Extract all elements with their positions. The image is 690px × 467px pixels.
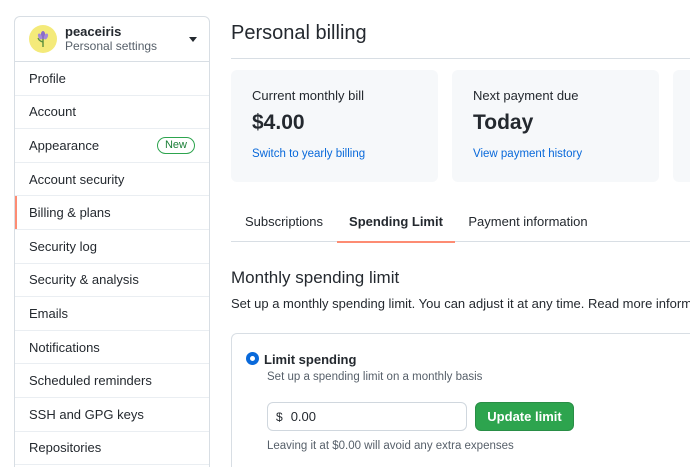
spending-limit-panel: Limit spending Set up a spending limit o… — [231, 333, 690, 467]
limit-spending-radio[interactable] — [246, 352, 259, 365]
account-username: peaceiris — [65, 24, 122, 39]
card-label: Next payment due — [473, 88, 579, 103]
billing-tabs: Subscriptions Spending Limit Payment inf… — [231, 200, 690, 243]
sidebar-item-notifications[interactable]: Notifications — [15, 331, 209, 365]
card-value: Today — [473, 111, 534, 134]
account-text: peaceiris Personal settings — [65, 24, 183, 54]
amount-input[interactable] — [290, 409, 451, 424]
update-limit-button[interactable]: Update limit — [475, 402, 574, 431]
currency-symbol: $ — [276, 409, 283, 424]
sidebar-item-label: Appearance — [29, 137, 100, 153]
sidebar-item-label: Profile — [29, 70, 66, 86]
switch-yearly-billing-link[interactable]: Switch to yearly billing — [252, 148, 417, 160]
flower-icon — [37, 31, 49, 47]
sidebar-item-security-log[interactable]: Security log — [15, 230, 209, 264]
sidebar-item-account[interactable]: Account — [15, 96, 209, 130]
section-title: Monthly spending limit — [231, 268, 400, 287]
section-description: Set up a monthly spending limit. You can… — [231, 296, 690, 311]
avatar — [29, 25, 57, 53]
tab-subscriptions[interactable]: Subscriptions — [231, 200, 337, 242]
sidebar-item-account-security[interactable]: Account security — [15, 163, 209, 197]
next-payment-card: Next payment due Today View payment hist… — [452, 70, 659, 182]
tab-spending-limit[interactable]: Spending Limit — [337, 200, 455, 243]
account-switcher[interactable]: peaceiris Personal settings — [15, 17, 209, 62]
sidebar-item-repositories[interactable]: Repositories — [15, 432, 209, 466]
account-subtitle: Personal settings — [65, 39, 158, 53]
sidebar-item-security-analysis[interactable]: Security & analysis — [15, 264, 209, 298]
sidebar-item-profile[interactable]: Profile — [15, 62, 209, 96]
sidebar-item-ssh-gpg-keys[interactable]: SSH and GPG keys — [15, 398, 209, 432]
chevron-down-icon — [189, 36, 197, 42]
sidebar-item-label: Security & analysis — [29, 272, 139, 288]
sidebar-item-scheduled-reminders[interactable]: Scheduled reminders — [15, 364, 209, 398]
tab-payment-information[interactable]: Payment information — [455, 200, 601, 242]
sidebar-item-label: Account security — [29, 171, 125, 187]
sidebar-item-emails[interactable]: Emails — [15, 297, 209, 331]
partial-card — [673, 70, 690, 182]
sidebar-item-label: SSH and GPG keys — [29, 406, 144, 422]
view-payment-history-link[interactable]: View payment history — [473, 148, 638, 160]
help-note: Leaving it at $0.00 will avoid any extra… — [267, 440, 514, 452]
card-value: $4.00 — [252, 111, 305, 134]
amount-field[interactable]: $ — [267, 402, 467, 431]
current-bill-card: Current monthly bill $4.00 Switch to yea… — [231, 70, 438, 182]
sidebar-item-label: Emails — [29, 305, 69, 321]
sidebar-item-label: Repositories — [29, 440, 102, 456]
sidebar-item-appearance[interactable]: Appearance New — [15, 129, 209, 163]
sidebar-item-billing[interactable]: Billing & plans — [15, 196, 209, 230]
title-divider — [231, 58, 690, 59]
new-badge: New — [156, 136, 195, 154]
sidebar-item-label: Account — [29, 104, 76, 120]
sidebar-item-label: Scheduled reminders — [29, 373, 152, 389]
settings-sidebar: peaceiris Personal settings Profile Acco… — [14, 16, 210, 467]
sidebar-item-label: Security log — [29, 238, 97, 254]
limit-spending-note: Set up a spending limit on a monthly bas… — [267, 371, 483, 383]
page-title: Personal billing — [231, 22, 367, 44]
limit-spending-label[interactable]: Limit spending — [264, 352, 356, 367]
sidebar-item-label: Notifications — [29, 339, 100, 355]
card-label: Current monthly bill — [252, 88, 364, 103]
sidebar-item-label: Billing & plans — [29, 205, 111, 221]
